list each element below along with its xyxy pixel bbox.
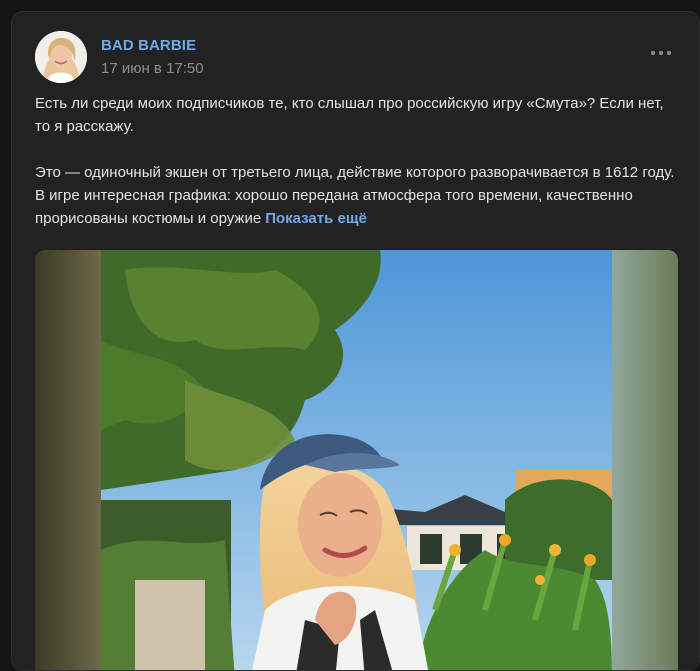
post-card: BAD BARBIE 17 июн в 17:50 Есть ли среди … (11, 11, 700, 671)
post-paragraph: Есть ли среди моих подписчиков те, кто с… (35, 95, 664, 135)
avatar-image (35, 31, 87, 83)
post-photo-image (35, 250, 678, 670)
post-header: BAD BARBIE 17 июн в 17:50 (35, 31, 699, 83)
post-text: Есть ли среди моих подписчиков те, кто с… (35, 92, 680, 230)
post-date[interactable]: 17 июн в 17:50 (101, 60, 204, 77)
show-more-link[interactable]: Показать ещё (265, 210, 367, 227)
more-dots-icon[interactable] (651, 46, 673, 60)
post-paragraph: Это — одиночный экшен от третьего лица, … (35, 161, 680, 230)
post-photo[interactable] (35, 250, 678, 670)
author-avatar[interactable] (35, 31, 87, 83)
author-name[interactable]: BAD BARBIE (101, 37, 196, 54)
